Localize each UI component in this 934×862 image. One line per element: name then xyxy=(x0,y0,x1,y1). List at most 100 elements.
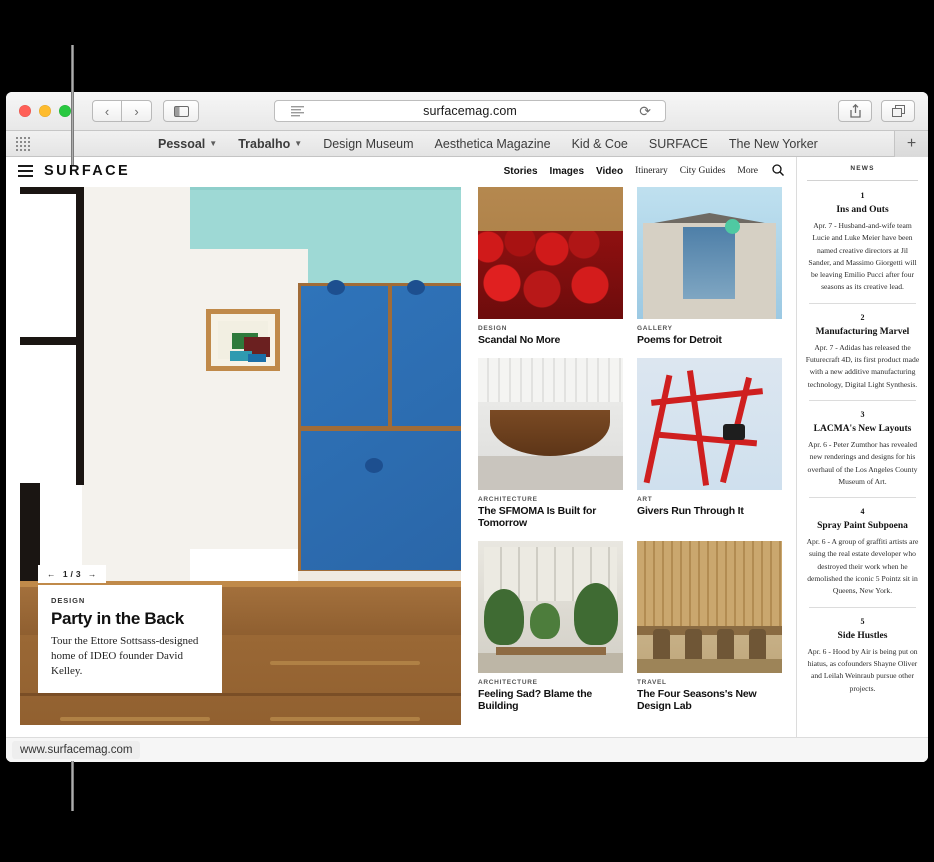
card-thumbnail[interactable] xyxy=(637,541,782,674)
card-thumbnail[interactable] xyxy=(478,187,623,319)
bookmark-kid-and-coe[interactable]: Kid & Coe xyxy=(572,137,628,151)
callout-line-bottom xyxy=(71,761,74,811)
framed-artwork xyxy=(206,309,280,371)
nav-images[interactable]: Images xyxy=(550,166,584,177)
news-title[interactable]: Side Hustles xyxy=(805,631,920,641)
news-body: Apr. 6 - A group of graffiti artists are… xyxy=(806,537,919,596)
news-body: Apr. 6 - Hood by Air is being put on hia… xyxy=(807,646,918,693)
search-icon[interactable] xyxy=(772,163,784,179)
reader-view-icon[interactable] xyxy=(291,104,304,122)
new-tab-plus-icon[interactable]: + xyxy=(894,131,928,157)
screenshot-stage: ‹ › surfacemag.com ⟳ Pessoal ▼ Trabalho … xyxy=(0,0,934,862)
bookmark-label: Pessoal xyxy=(158,136,206,151)
bookmark-surface[interactable]: SURFACE xyxy=(649,137,708,151)
card-title[interactable]: Scandal No More xyxy=(478,334,623,346)
hero-pagination[interactable]: ← 1 / 3 → xyxy=(38,565,106,583)
hero-article[interactable]: ← 1 / 3 → DESIGN Party in the Back Tour … xyxy=(20,187,461,725)
news-title[interactable]: LACMA's New Layouts xyxy=(805,424,920,434)
safari-window: ‹ › surfacemag.com ⟳ Pessoal ▼ Trabalho … xyxy=(6,92,928,762)
card-thumbnail[interactable] xyxy=(637,358,782,491)
callout-line-top xyxy=(71,45,74,165)
nav-itinerary[interactable]: Itinerary xyxy=(635,166,668,176)
news-item[interactable]: 4 Spray Paint Subpoena Apr. 6 - A group … xyxy=(805,507,920,597)
address-bar[interactable]: surfacemag.com ⟳ xyxy=(274,100,666,122)
bookmark-pessoal[interactable]: Pessoal ▼ xyxy=(158,137,217,151)
nav-more[interactable]: More xyxy=(737,166,758,176)
news-item[interactable]: 2 Manufacturing Marvel Apr. 7 - Adidas h… xyxy=(805,313,920,391)
card-thumbnail[interactable] xyxy=(637,187,782,319)
nav-city-guides[interactable]: City Guides xyxy=(680,166,726,176)
bookmark-trabalho[interactable]: Trabalho ▼ xyxy=(238,137,302,151)
site-header: SURFACE Stories Images Video Itinerary C… xyxy=(6,157,796,185)
news-title[interactable]: Manufacturing Marvel xyxy=(805,327,920,337)
bookmark-list: Pessoal ▼ Trabalho ▼ Design Museum Aesth… xyxy=(158,137,818,151)
browser-toolbar: ‹ › surfacemag.com ⟳ xyxy=(6,92,928,131)
hero-title[interactable]: Party in the Back xyxy=(51,609,209,629)
bookmark-aesthetica-magazine[interactable]: Aesthetica Magazine xyxy=(435,137,551,151)
minimize-window-button[interactable] xyxy=(39,105,51,117)
address-text[interactable]: surfacemag.com xyxy=(423,104,517,118)
article-card-grid: DESIGN Scandal No More GALLERY Poems for… xyxy=(478,187,796,724)
news-section-label: NEWS xyxy=(850,165,875,172)
article-card[interactable]: ARCHITECTURE The SFMOMA Is Built for Tom… xyxy=(478,358,623,529)
news-item[interactable]: 5 Side Hustles Apr. 6 - Hood by Air is b… xyxy=(805,617,920,695)
nav-stories[interactable]: Stories xyxy=(504,166,538,177)
sidebar-toggle-icon[interactable] xyxy=(163,100,199,122)
news-sidebar: NEWS 1 Ins and Outs Apr. 7 - Husband-and… xyxy=(796,157,928,762)
chevron-down-icon: ▼ xyxy=(294,139,303,148)
bookmark-the-new-yorker[interactable]: The New Yorker xyxy=(729,137,818,151)
card-kicker: GALLERY xyxy=(637,325,673,332)
news-body: Apr. 7 - Husband-and-wife team Lucie and… xyxy=(808,221,917,292)
page-title: SURFACE xyxy=(44,163,131,179)
article-card[interactable]: GALLERY Poems for Detroit xyxy=(637,187,782,346)
card-title[interactable]: Givers Run Through It xyxy=(637,505,782,517)
card-kicker: ART xyxy=(637,496,653,504)
news-number: 1 xyxy=(860,191,865,200)
news-number: 5 xyxy=(860,616,865,626)
news-item[interactable]: 1 Ins and Outs Apr. 7 - Husband-and-wife… xyxy=(805,191,920,294)
close-window-button[interactable] xyxy=(19,105,31,117)
navigation-buttons[interactable]: ‹ › xyxy=(92,100,152,122)
window-controls[interactable] xyxy=(6,105,92,117)
nav-video[interactable]: Video xyxy=(596,166,623,177)
card-title[interactable]: Feeling Sad? Blame the Building xyxy=(478,688,623,712)
forward-arrow-icon[interactable]: › xyxy=(122,100,152,122)
divider xyxy=(809,399,916,401)
card-row: ARCHITECTURE Feeling Sad? Blame the Buil… xyxy=(478,541,796,712)
bookmark-design-museum[interactable]: Design Museum xyxy=(323,137,413,151)
hero-prev-arrow[interactable]: ← xyxy=(47,569,56,579)
card-row: DESIGN Scandal No More GALLERY Poems for… xyxy=(478,187,796,346)
divider xyxy=(809,606,916,608)
maximize-window-button[interactable] xyxy=(59,105,71,117)
card-title[interactable]: The SFMOMA Is Built for Tomorrow xyxy=(478,505,623,529)
card-title[interactable]: Poems for Detroit xyxy=(637,334,782,346)
chevron-down-icon: ▼ xyxy=(209,139,218,148)
article-card[interactable]: DESIGN Scandal No More xyxy=(478,187,623,346)
hero-next-arrow[interactable]: → xyxy=(88,569,97,579)
blue-cabinet xyxy=(298,280,461,573)
article-card[interactable]: ARCHITECTURE Feeling Sad? Blame the Buil… xyxy=(478,541,623,712)
article-card[interactable]: ART Givers Run Through It xyxy=(637,358,782,529)
apps-grid-icon[interactable] xyxy=(6,136,40,151)
share-icon[interactable] xyxy=(838,100,872,122)
status-url: www.surfacemag.com xyxy=(12,741,141,759)
toolbar-right-buttons[interactable] xyxy=(838,100,915,122)
news-item[interactable]: 3 LACMA's New Layouts Apr. 6 - Peter Zum… xyxy=(805,410,920,488)
news-number: 3 xyxy=(860,409,865,419)
hero-body: Tour the Ettore Sottsass-designed home o… xyxy=(51,635,199,677)
back-arrow-icon[interactable]: ‹ xyxy=(92,100,122,122)
news-body: Apr. 6 - Peter Zumthor has revealed new … xyxy=(807,439,918,486)
news-title[interactable]: Spray Paint Subpoena xyxy=(805,521,920,531)
brand-block: SURFACE xyxy=(18,163,130,179)
card-title[interactable]: The Four Seasons's New Design Lab xyxy=(637,688,782,712)
article-card[interactable]: TRAVEL The Four Seasons's New Design Lab xyxy=(637,541,782,712)
card-thumbnail[interactable] xyxy=(478,541,623,674)
card-kicker: ARCHITECTURE xyxy=(478,496,538,504)
card-thumbnail[interactable] xyxy=(478,358,623,491)
hamburger-menu-icon[interactable] xyxy=(18,165,33,177)
hero-caption[interactable]: DESIGN Party in the Back Tour the Ettore… xyxy=(38,585,222,693)
show-all-tabs-icon[interactable] xyxy=(881,100,915,122)
hero-kicker: DESIGN xyxy=(51,596,86,605)
reload-icon[interactable]: ⟳ xyxy=(639,103,651,120)
news-title[interactable]: Ins and Outs xyxy=(805,205,920,215)
